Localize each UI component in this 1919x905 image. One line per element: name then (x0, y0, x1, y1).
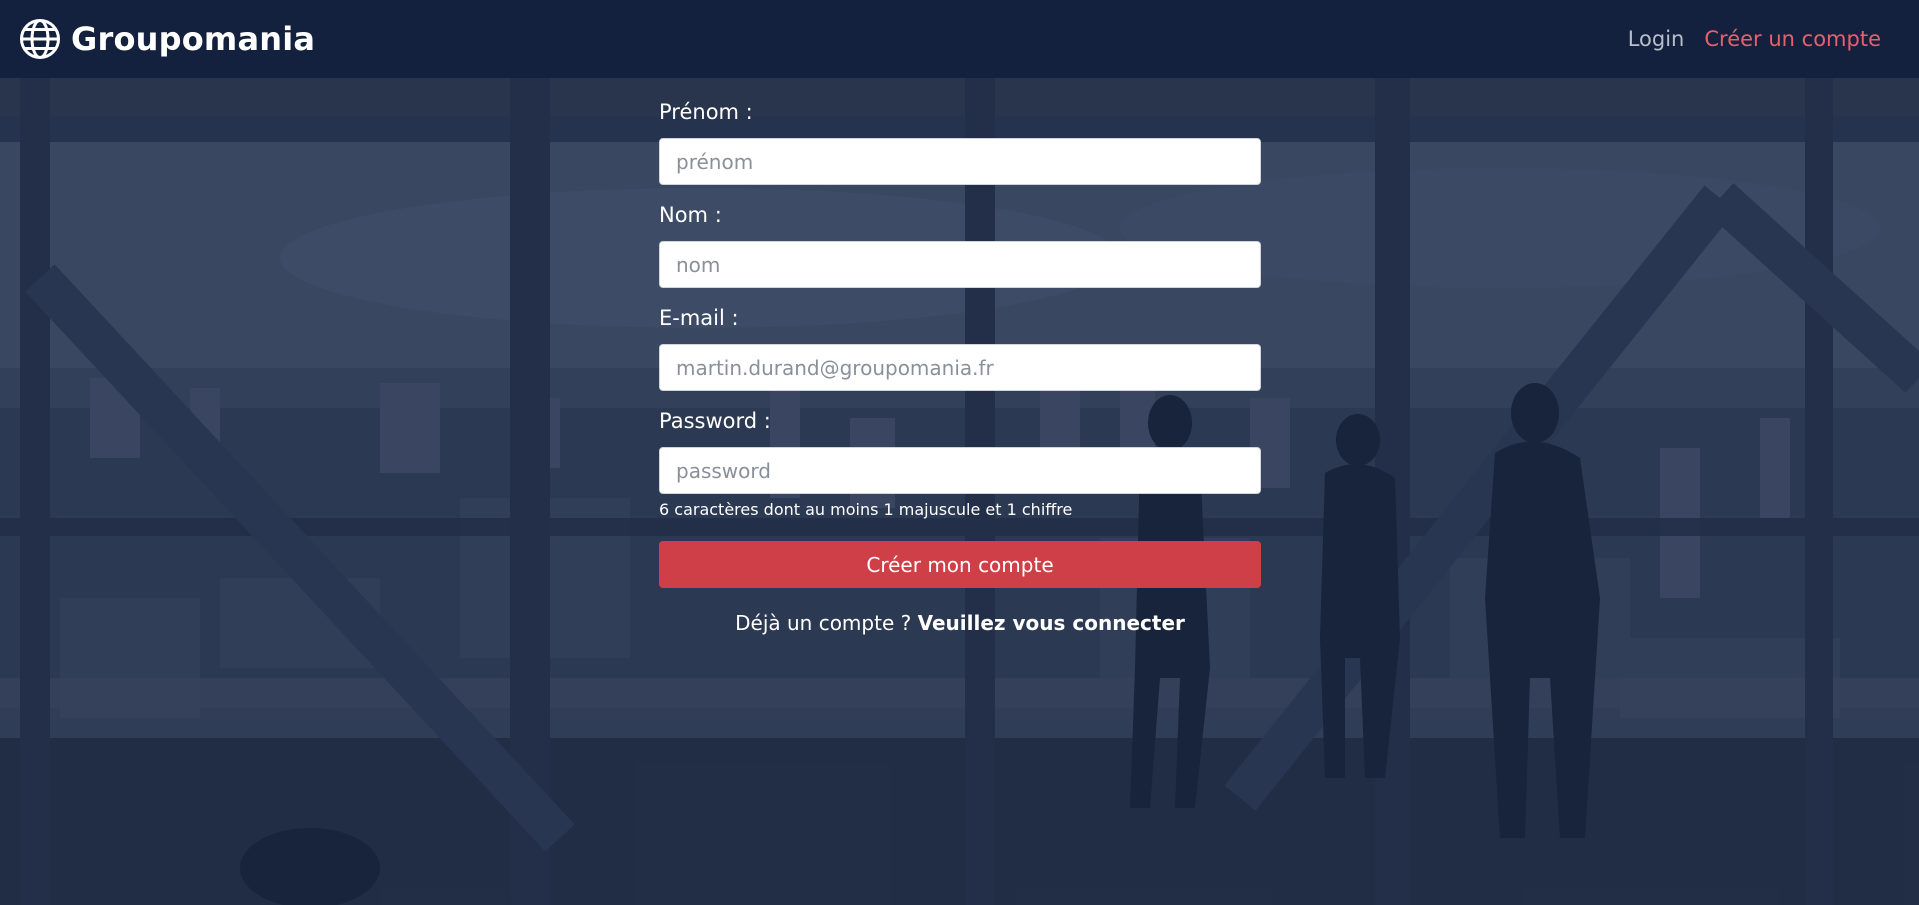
login-link[interactable]: Veuillez vous connecter (918, 611, 1185, 635)
password-hint: 6 caractères dont au moins 1 majuscule e… (659, 500, 1073, 519)
last-name-label: Nom : (659, 203, 722, 227)
create-account-button[interactable]: Créer mon compte (659, 541, 1261, 588)
main-nav: Login Créer un compte (1628, 27, 1881, 51)
first-name-input[interactable] (659, 138, 1261, 185)
top-navbar: Groupomania Login Créer un compte (0, 0, 1919, 78)
brand-name: Groupomania (71, 20, 316, 58)
globe-icon (19, 18, 61, 60)
signup-form: Prénom : Nom : E-mail : Password : 6 car… (659, 97, 1261, 635)
email-input[interactable] (659, 344, 1261, 391)
login-prompt-text: Déjà un compte ? (735, 611, 912, 635)
email-label: E-mail : (659, 306, 739, 330)
login-prompt: Déjà un compte ? Veuillez vous connecter (659, 611, 1261, 635)
nav-login-link[interactable]: Login (1628, 27, 1685, 51)
last-name-input[interactable] (659, 241, 1261, 288)
nav-signup-link[interactable]: Créer un compte (1704, 27, 1881, 51)
brand[interactable]: Groupomania (19, 18, 315, 60)
first-name-label: Prénom : (659, 100, 753, 124)
password-input[interactable] (659, 447, 1261, 494)
password-label: Password : (659, 409, 771, 433)
